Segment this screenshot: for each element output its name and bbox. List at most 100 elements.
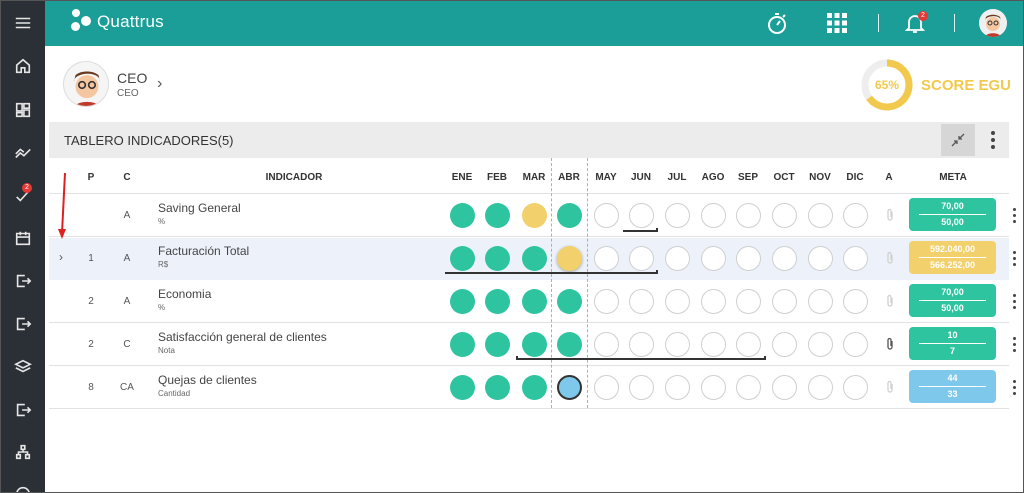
month-status-dot[interactable] [808, 246, 833, 271]
month-status-dot[interactable] [843, 375, 868, 400]
exit-alt-icon[interactable] [1, 309, 45, 339]
attachment-paperclip-icon[interactable] [885, 294, 895, 308]
indicator-name[interactable]: Satisfacción general de clientes [158, 330, 327, 344]
row-more-icon[interactable] [1010, 377, 1018, 397]
globe-icon[interactable] [1, 479, 45, 492]
indicator-name[interactable]: Economia [158, 287, 211, 301]
month-status-dot[interactable] [450, 332, 475, 357]
month-status-dot[interactable] [522, 332, 547, 357]
month-status-dot[interactable] [736, 375, 761, 400]
logout-icon[interactable] [1, 395, 45, 425]
month-status-dot[interactable] [594, 289, 619, 314]
month-status-dot[interactable] [450, 203, 475, 228]
month-status-dot[interactable] [843, 289, 868, 314]
month-status-dot[interactable] [450, 246, 475, 271]
panel-more-icon[interactable] [989, 128, 997, 152]
month-status-dot[interactable] [772, 246, 797, 271]
month-status-dot[interactable] [736, 246, 761, 271]
exit-icon[interactable] [1, 266, 45, 296]
month-status-dot[interactable] [522, 289, 547, 314]
month-status-dot[interactable] [701, 289, 726, 314]
month-status-dot[interactable] [557, 332, 582, 357]
dashboard-icon[interactable] [1, 95, 45, 125]
logo[interactable]: Quattrus [69, 9, 164, 35]
attachment-paperclip-icon[interactable] [885, 251, 895, 265]
meta-target-box[interactable]: 44 33 [909, 370, 996, 403]
chevron-right-icon[interactable]: › [157, 75, 162, 93]
month-status-dot[interactable] [701, 375, 726, 400]
meta-target-box[interactable]: 70,00 50,00 [909, 198, 996, 231]
month-status-dot[interactable] [557, 203, 582, 228]
indicator-name[interactable]: Quejas de clientes [158, 373, 257, 387]
month-status-dot[interactable] [843, 332, 868, 357]
row-more-icon[interactable] [1010, 248, 1018, 268]
month-status-dot[interactable] [736, 289, 761, 314]
month-status-dot[interactable] [629, 289, 654, 314]
month-status-dot[interactable] [772, 375, 797, 400]
collapse-button[interactable] [941, 124, 975, 156]
month-status-dot[interactable] [665, 203, 690, 228]
month-status-dot[interactable] [665, 375, 690, 400]
month-status-dot[interactable] [843, 246, 868, 271]
calendar-icon[interactable] [1, 223, 45, 253]
meta-target-box[interactable]: 592.040,00 566.252,00 [909, 241, 996, 274]
month-status-dot[interactable] [522, 246, 547, 271]
stopwatch-icon[interactable] [763, 9, 791, 37]
month-status-dot[interactable] [485, 375, 510, 400]
month-status-dot[interactable] [594, 246, 619, 271]
month-status-dot[interactable] [808, 203, 833, 228]
month-status-dot[interactable] [522, 203, 547, 228]
month-status-dot[interactable] [665, 246, 690, 271]
month-status-dot[interactable] [701, 203, 726, 228]
meta-target-box[interactable]: 70,00 50,00 [909, 284, 996, 317]
month-status-dot[interactable] [485, 246, 510, 271]
row-more-icon[interactable] [1010, 291, 1018, 311]
trend-icon[interactable] [1, 138, 45, 168]
month-status-dot[interactable] [557, 246, 582, 271]
month-status-dot[interactable] [629, 332, 654, 357]
month-status-dot[interactable] [736, 203, 761, 228]
month-status-dot[interactable] [665, 289, 690, 314]
month-status-dot[interactable] [629, 203, 654, 228]
layers-icon[interactable] [1, 352, 45, 382]
month-status-dot[interactable] [450, 375, 475, 400]
tasks-check-icon[interactable]: 2 [1, 181, 45, 211]
month-status-dot[interactable] [557, 375, 582, 400]
apps-grid-icon[interactable] [823, 9, 851, 37]
month-status-dot[interactable] [843, 203, 868, 228]
month-status-dot[interactable] [557, 289, 582, 314]
row-more-icon[interactable] [1010, 334, 1018, 354]
month-status-dot[interactable] [485, 289, 510, 314]
month-status-dot[interactable] [701, 332, 726, 357]
month-status-dot[interactable] [772, 289, 797, 314]
org-chart-icon[interactable] [1, 437, 45, 467]
month-status-dot[interactable] [594, 332, 619, 357]
meta-target-box[interactable]: 10 7 [909, 327, 996, 360]
month-status-dot[interactable] [594, 203, 619, 228]
row-more-icon[interactable] [1010, 205, 1018, 225]
month-status-dot[interactable] [629, 246, 654, 271]
month-status-dot[interactable] [629, 375, 654, 400]
month-status-dot[interactable] [594, 375, 619, 400]
month-status-dot[interactable] [808, 332, 833, 357]
indicator-name[interactable]: Saving General [158, 201, 241, 215]
month-status-dot[interactable] [701, 246, 726, 271]
month-status-dot[interactable] [736, 332, 761, 357]
attachment-paperclip-icon[interactable] [885, 380, 895, 394]
month-status-dot[interactable] [772, 332, 797, 357]
month-status-dot[interactable] [808, 289, 833, 314]
month-status-dot[interactable] [485, 203, 510, 228]
month-status-dot[interactable] [665, 332, 690, 357]
attachment-paperclip-icon[interactable] [885, 337, 895, 351]
month-status-dot[interactable] [808, 375, 833, 400]
attachment-paperclip-icon[interactable] [885, 208, 895, 222]
month-status-dot[interactable] [450, 289, 475, 314]
profile-avatar[interactable] [63, 61, 109, 107]
user-avatar[interactable] [979, 9, 1007, 37]
indicator-name[interactable]: Facturación Total [158, 244, 249, 258]
notifications-bell-icon[interactable]: 2 [901, 9, 929, 37]
menu-icon[interactable] [1, 8, 45, 38]
home-icon[interactable] [1, 51, 45, 81]
month-status-dot[interactable] [485, 332, 510, 357]
month-status-dot[interactable] [772, 203, 797, 228]
